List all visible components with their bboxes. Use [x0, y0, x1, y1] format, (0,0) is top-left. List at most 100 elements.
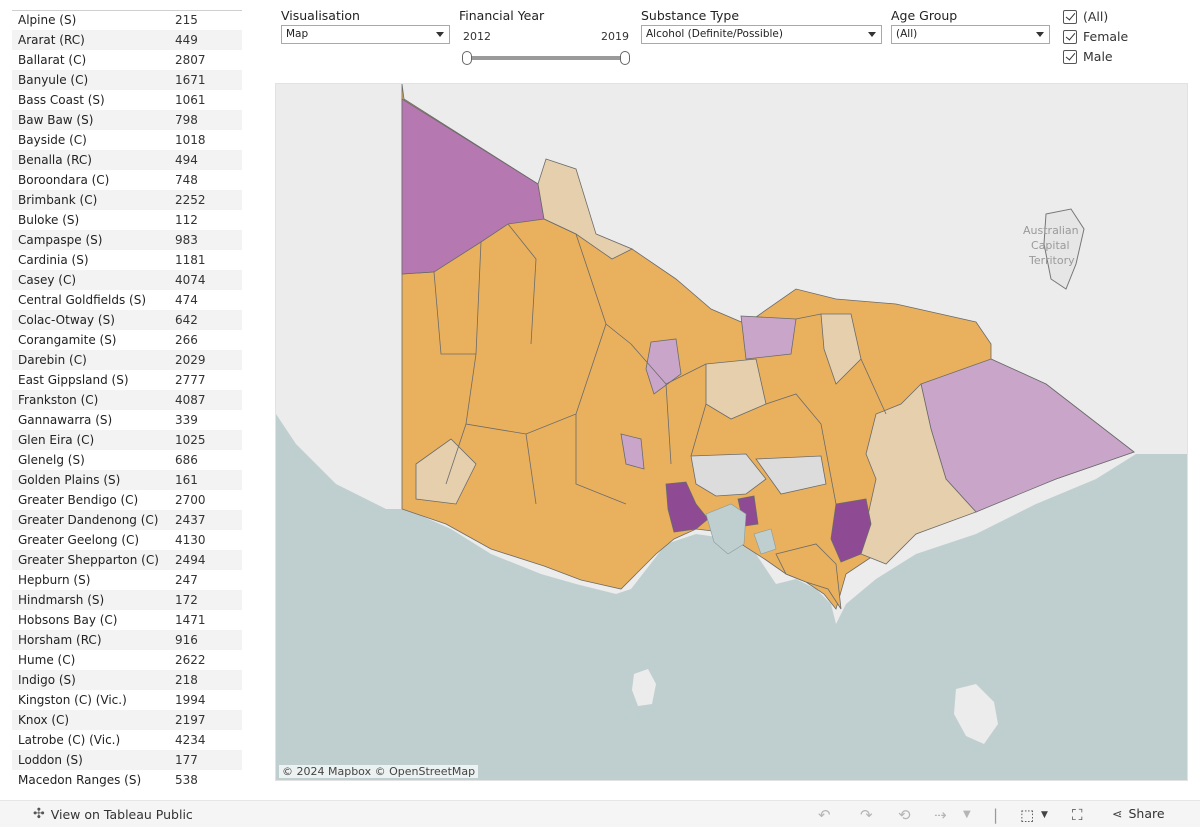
- lga-value: 1471: [175, 613, 206, 627]
- table-row[interactable]: Corangamite (S) 266: [12, 330, 242, 350]
- lga-name: Glen Eira (C): [18, 433, 95, 447]
- table-row[interactable]: Gannawarra (S) 339: [12, 410, 242, 430]
- chevron-down-icon[interactable]: ▼: [1041, 810, 1048, 820]
- table-row[interactable]: Baw Baw (S) 798: [12, 110, 242, 130]
- lga-name: Brimbank (C): [18, 193, 98, 207]
- table-row[interactable]: Casey (C) 4074: [12, 270, 242, 290]
- lga-value: 247: [175, 573, 198, 587]
- lga-name: Darebin (C): [18, 353, 87, 367]
- share-label: Share: [1128, 806, 1165, 821]
- lga-value: 2437: [175, 513, 206, 527]
- table-row[interactable]: Boroondara (C) 748: [12, 170, 242, 190]
- lga-value: 266: [175, 333, 198, 347]
- table-row[interactable]: Colac-Otway (S) 642: [12, 310, 242, 330]
- table-rows: Alpine (S) 215 Ararat (RC) 449 Ballarat (C) 2…: [12, 10, 242, 790]
- table-row[interactable]: Central Goldfields (S) 474: [12, 290, 242, 310]
- table-row[interactable]: Greater Dandenong (C) 2437: [12, 510, 242, 530]
- share-button[interactable]: ⋖ Share: [1112, 806, 1165, 821]
- sex-option-label: Male: [1083, 49, 1113, 64]
- redo-icon[interactable]: ↷: [860, 806, 873, 824]
- lga-value: 4234: [175, 733, 206, 747]
- table-row[interactable]: Indigo (S) 218: [12, 670, 242, 690]
- lga-value: 1025: [175, 433, 206, 447]
- lga-name: Colac-Otway (S): [18, 313, 115, 327]
- lga-name: Greater Bendigo (C): [18, 493, 139, 507]
- table-row[interactable]: Kingston (C) (Vic.) 1994: [12, 690, 242, 710]
- sex-checkbox-male[interactable]: Male: [1063, 49, 1113, 64]
- financial-year-slider-track[interactable]: [467, 56, 625, 60]
- table-row[interactable]: Hepburn (S) 247: [12, 570, 242, 590]
- lga-name: Hobsons Bay (C): [18, 613, 118, 627]
- choropleth-map[interactable]: Australian Capital Territory © 2024 Mapb…: [275, 83, 1188, 781]
- substance-type-select[interactable]: Alcohol (Definite/Possible): [641, 25, 882, 44]
- bottom-toolbar: ✣ View on Tableau Public ↶ ↷ ⟲ ⇢ ▼ | ⬚ ▼…: [0, 800, 1200, 827]
- lga-name: Hume (C): [18, 653, 76, 667]
- lga-name: Macedon Ranges (S): [18, 773, 142, 787]
- table-row[interactable]: Greater Bendigo (C) 2700: [12, 490, 242, 510]
- fullscreen-icon[interactable]: ⛶: [1072, 806, 1083, 824]
- table-row[interactable]: Ballarat (C) 2807: [12, 50, 242, 70]
- table-row[interactable]: Greater Geelong (C) 4130: [12, 530, 242, 550]
- chevron-down-icon[interactable]: ▼: [963, 809, 971, 820]
- lga-value: 1061: [175, 93, 206, 107]
- table-row[interactable]: Bass Coast (S) 1061: [12, 90, 242, 110]
- visualisation-select[interactable]: Map: [281, 25, 450, 44]
- age-group-label: Age Group: [891, 8, 958, 23]
- lga-value: 112: [175, 213, 198, 227]
- refresh-icon[interactable]: ⇢: [934, 806, 947, 824]
- age-group-select[interactable]: (All): [891, 25, 1050, 44]
- lga-name: Corangamite (S): [18, 333, 117, 347]
- lga-value: 2622: [175, 653, 206, 667]
- checkbox-checked-icon: [1063, 9, 1077, 24]
- table-row[interactable]: Glenelg (S) 686: [12, 450, 242, 470]
- map-label-territory: Territory: [1028, 254, 1075, 267]
- table-row[interactable]: Hindmarsh (S) 172: [12, 590, 242, 610]
- lga-name: Hindmarsh (S): [18, 593, 105, 607]
- table-row[interactable]: Latrobe (C) (Vic.) 4234: [12, 730, 242, 750]
- sex-checkbox-all[interactable]: (All): [1063, 9, 1108, 24]
- lga-name: Alpine (S): [18, 13, 77, 27]
- table-row[interactable]: Darebin (C) 2029: [12, 350, 242, 370]
- table-row[interactable]: Horsham (RC) 916: [12, 630, 242, 650]
- lga-value: 4130: [175, 533, 206, 547]
- financial-year-max-handle[interactable]: [620, 51, 630, 65]
- table-row[interactable]: East Gippsland (S) 2777: [12, 370, 242, 390]
- table-row[interactable]: Greater Shepparton (C) 2494: [12, 550, 242, 570]
- table-row[interactable]: Frankston (C) 4087: [12, 390, 242, 410]
- table-row[interactable]: Banyule (C) 1671: [12, 70, 242, 90]
- map-attribution[interactable]: © 2024 Mapbox © OpenStreetMap: [279, 765, 479, 778]
- lga-name: Greater Shepparton (C): [18, 553, 159, 567]
- table-row[interactable]: Buloke (S) 112: [12, 210, 242, 230]
- table-row[interactable]: Bayside (C) 1018: [12, 130, 242, 150]
- lga-value: 449: [175, 33, 198, 47]
- lga-name: East Gippsland (S): [18, 373, 129, 387]
- share-icon: ⋖: [1112, 806, 1123, 821]
- financial-year-min-handle[interactable]: [462, 51, 472, 65]
- table-row[interactable]: Brimbank (C) 2252: [12, 190, 242, 210]
- table-row[interactable]: Glen Eira (C) 1025: [12, 430, 242, 450]
- sex-checkbox-female[interactable]: Female: [1063, 29, 1128, 44]
- lga-name: Casey (C): [18, 273, 77, 287]
- view-on-tableau-button[interactable]: ✣ View on Tableau Public: [33, 806, 193, 822]
- lga-value: 4087: [175, 393, 206, 407]
- table-row[interactable]: Macedon Ranges (S) 538: [12, 770, 242, 790]
- table-row[interactable]: Knox (C) 2197: [12, 710, 242, 730]
- table-row[interactable]: Loddon (S) 177: [12, 750, 242, 770]
- lga-value: 177: [175, 753, 198, 767]
- download-icon[interactable]: ⬚: [1020, 806, 1034, 824]
- table-row[interactable]: Hume (C) 2622: [12, 650, 242, 670]
- table-row[interactable]: Ararat (RC) 449: [12, 30, 242, 50]
- financial-year-label: Financial Year: [459, 8, 545, 23]
- lga-name: Banyule (C): [18, 73, 89, 87]
- table-row[interactable]: Golden Plains (S) 161: [12, 470, 242, 490]
- revert-icon[interactable]: ⟲: [898, 806, 911, 824]
- table-row[interactable]: Benalla (RC) 494: [12, 150, 242, 170]
- table-row[interactable]: Cardinia (S) 1181: [12, 250, 242, 270]
- table-row[interactable]: Alpine (S) 215: [12, 10, 242, 30]
- undo-icon[interactable]: ↶: [818, 806, 831, 824]
- lga-name: Latrobe (C) (Vic.): [18, 733, 121, 747]
- table-row[interactable]: Campaspe (S) 983: [12, 230, 242, 250]
- sex-option-label: (All): [1083, 9, 1109, 24]
- lga-value: 2494: [175, 553, 206, 567]
- table-row[interactable]: Hobsons Bay (C) 1471: [12, 610, 242, 630]
